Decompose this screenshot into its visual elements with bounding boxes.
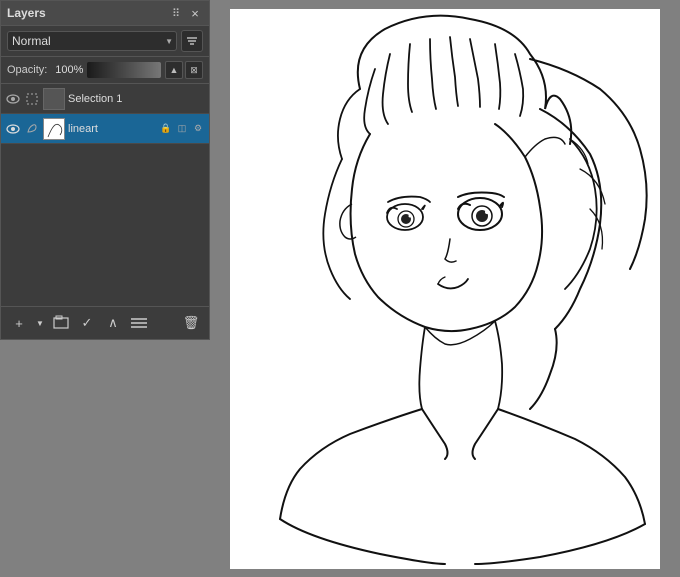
- layer-name-selection1: Selection 1: [68, 93, 205, 105]
- add-layer-dropdown[interactable]: ▼: [33, 311, 47, 335]
- layer-type-selection1: [24, 91, 40, 107]
- add-layer-button[interactable]: +: [7, 311, 31, 335]
- group-layer-button[interactable]: [49, 311, 73, 335]
- layer-item-selection1[interactable]: Selection 1: [1, 84, 209, 114]
- opacity-up-btn[interactable]: ▲: [165, 61, 183, 79]
- layer-type-lineart: [24, 121, 40, 137]
- layer-thumb-lineart: [43, 118, 65, 140]
- opacity-value: 100%: [51, 64, 83, 76]
- layer-preview-lineart: [44, 119, 65, 140]
- layer-visibility-selection1[interactable]: [5, 91, 21, 107]
- layer-settings-btn[interactable]: ⚙: [191, 122, 205, 136]
- move-layer-up-button[interactable]: ∧: [101, 311, 125, 335]
- close-icon[interactable]: ×: [187, 5, 203, 21]
- options-icon: [131, 317, 147, 329]
- layer-clip-btn[interactable]: ◫: [175, 122, 189, 136]
- canvas-white: [230, 9, 660, 569]
- layer-item-lineart[interactable]: lineart 🔒 ◫ ⚙: [1, 114, 209, 144]
- layers-list: Selection 1 lineart 🔒: [1, 84, 209, 306]
- layers-panel: Layers ⠿ × Normal Multiply Screen Overla…: [0, 0, 210, 340]
- blend-mode-row: Normal Multiply Screen Overlay: [1, 26, 209, 57]
- blend-mode-select[interactable]: Normal Multiply Screen Overlay: [7, 31, 177, 51]
- layer-actions-lineart: 🔒 ◫ ⚙: [159, 122, 205, 136]
- layer-visibility-lineart[interactable]: [5, 121, 21, 137]
- selection-icon: [26, 93, 38, 105]
- panel-header: Layers ⠿ ×: [1, 1, 209, 26]
- merge-layer-button[interactable]: ✓: [75, 311, 99, 335]
- lineart-drawing: [230, 9, 660, 569]
- paint-icon: [26, 123, 38, 135]
- panel-title: Layers: [7, 6, 46, 20]
- canvas-area: [210, 0, 680, 577]
- delete-layer-button[interactable]: 🗑: [179, 311, 203, 335]
- opacity-buttons: ▲ ⊠: [165, 61, 203, 79]
- layer-lock-btn[interactable]: 🔒: [159, 122, 173, 136]
- layer-options-button[interactable]: [127, 311, 151, 335]
- filter-icon: [186, 35, 198, 47]
- layer-thumb-selection1: [43, 88, 65, 110]
- opacity-label: Opacity:: [7, 64, 47, 76]
- blend-mode-wrapper: Normal Multiply Screen Overlay: [7, 31, 177, 51]
- bottom-toolbar: + ▼ ✓ ∧ 🗑: [1, 306, 209, 339]
- eye-icon-lineart: [6, 124, 20, 134]
- arrange-icon[interactable]: ⠿: [169, 6, 183, 20]
- group-icon: [53, 315, 69, 331]
- eye-icon: [6, 94, 20, 104]
- opacity-reset-btn[interactable]: ⊠: [185, 61, 203, 79]
- panel-header-icons: ⠿ ×: [169, 5, 203, 21]
- layer-name-lineart: lineart: [68, 123, 156, 135]
- filter-button[interactable]: [181, 30, 203, 52]
- opacity-row: Opacity: 100% ▲ ⊠: [1, 57, 209, 84]
- opacity-slider[interactable]: [87, 62, 161, 78]
